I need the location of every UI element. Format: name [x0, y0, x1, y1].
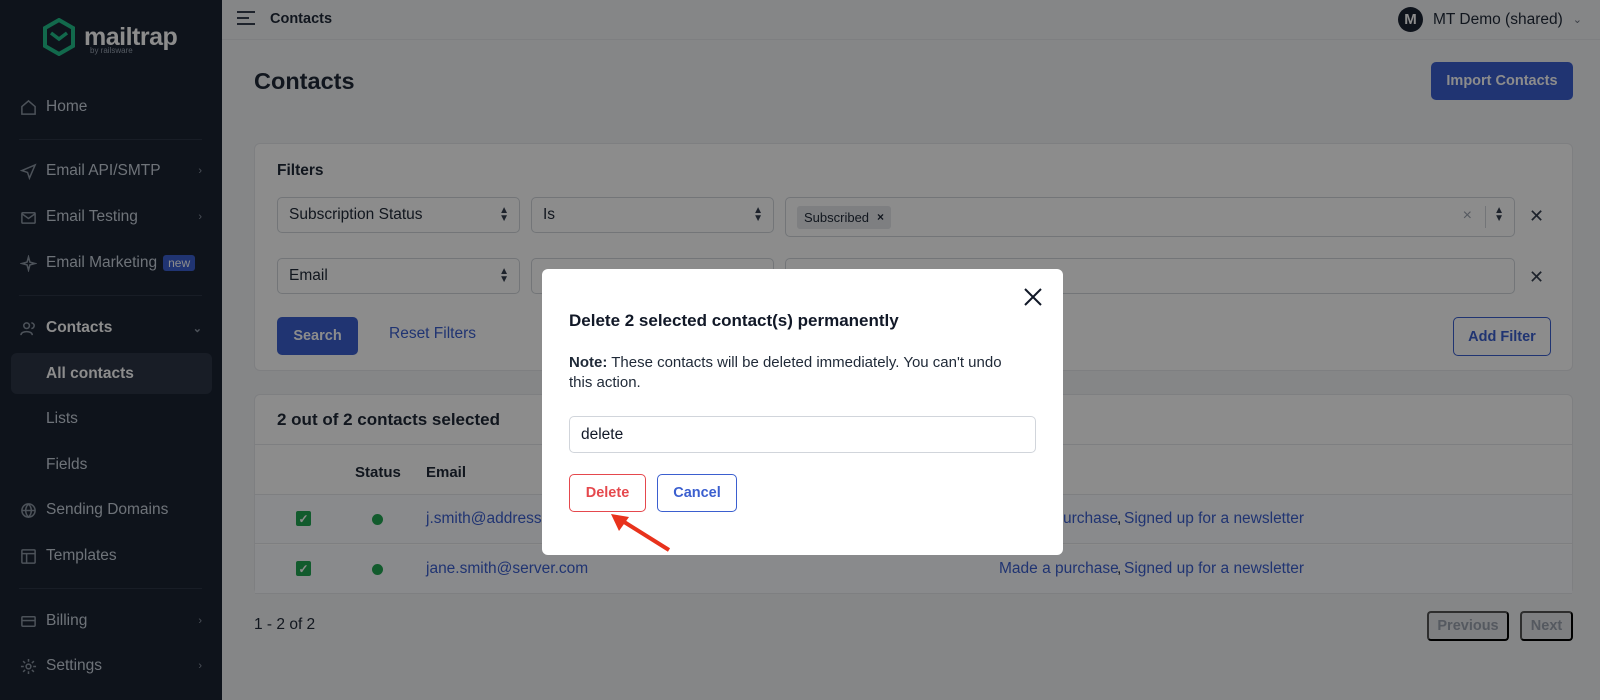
note-text: These contacts will be deleted immediate… — [569, 354, 1002, 391]
cancel-button[interactable]: Cancel — [657, 474, 737, 512]
confirm-delete-input[interactable] — [569, 416, 1036, 453]
close-icon[interactable] — [1021, 285, 1045, 309]
delete-button[interactable]: Delete — [569, 474, 646, 512]
annotation-arrow-icon — [611, 514, 671, 552]
modal-title: Delete 2 selected contact(s) permanently — [569, 311, 899, 330]
note-label: Note: — [569, 354, 608, 371]
modal-note: Note: These contacts will be deleted imm… — [569, 353, 1029, 393]
